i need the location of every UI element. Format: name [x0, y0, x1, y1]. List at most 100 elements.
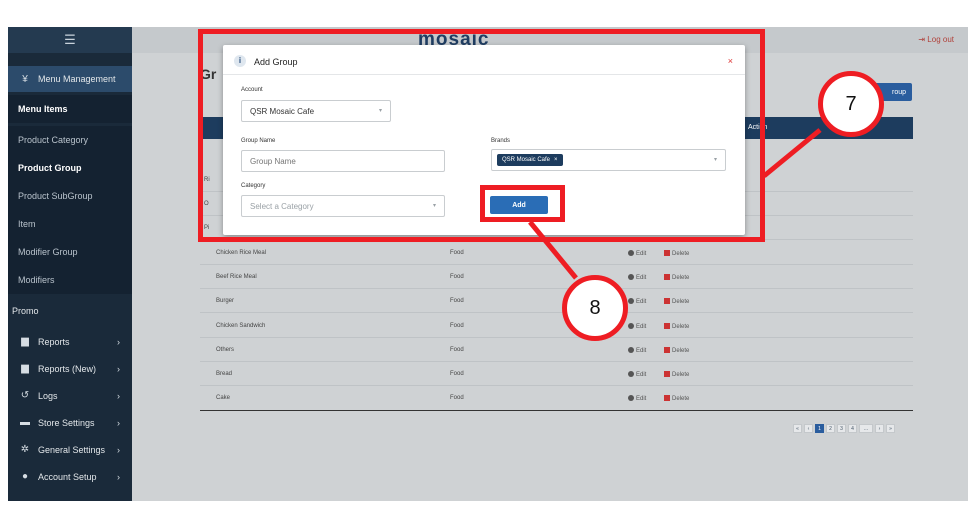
sidebar-item-promo[interactable]: Promo: [8, 297, 132, 325]
row-category: Food: [450, 323, 464, 329]
sidebar-item-label: Modifiers: [18, 275, 55, 285]
edit-label: Edit: [636, 372, 647, 378]
sidebar-toggle[interactable]: ☰: [8, 27, 132, 53]
history-icon: ↺: [20, 390, 30, 401]
page-2[interactable]: 2: [826, 424, 835, 433]
page-1[interactable]: 1: [815, 424, 824, 433]
gear-icon: [628, 347, 634, 353]
highlight-box-add-button: [480, 185, 565, 222]
row-name: Cake: [216, 395, 231, 401]
edit-button[interactable]: Edit: [628, 298, 646, 305]
delete-button[interactable]: Delete: [664, 274, 689, 281]
edit-label: Edit: [636, 324, 647, 330]
row-category: Food: [450, 274, 464, 280]
gear-icon: [628, 274, 634, 280]
sidebar-item-account-setup[interactable]: ● Account Setup ›: [8, 463, 132, 490]
sidebar: ☰ ¥ Menu Management Menu Items Product C…: [8, 27, 132, 501]
sidebar-item-label: Promo: [12, 306, 39, 316]
delete-button[interactable]: Delete: [664, 250, 689, 257]
sidebar-item-general-settings[interactable]: ✲ General Settings ›: [8, 436, 132, 463]
row-name: Chicken Rice Meal: [216, 250, 267, 256]
page-prev[interactable]: ‹: [804, 424, 813, 433]
sidebar-item-label: Menu Items: [18, 104, 68, 114]
edit-button[interactable]: Edit: [628, 323, 646, 330]
edit-button[interactable]: Edit: [628, 274, 646, 281]
sidebar-item-menu-items[interactable]: Menu Items: [8, 95, 132, 123]
table-row: Chicken Sandwich Food Edit Delete: [200, 314, 913, 338]
fork-knife-icon: ¥: [22, 73, 28, 85]
row-category: Food: [450, 250, 464, 256]
delete-icon: [664, 274, 670, 280]
sidebar-item-product-group[interactable]: Product Group: [8, 154, 132, 182]
gear-icon: ✲: [20, 444, 30, 455]
chevron-right-icon: ›: [117, 390, 120, 401]
delete-button[interactable]: Delete: [664, 298, 689, 305]
edit-button[interactable]: Edit: [628, 250, 646, 257]
delete-label: Delete: [672, 372, 690, 378]
document-icon: ▆: [21, 363, 29, 374]
sidebar-item-reports[interactable]: ▆ Reports ›: [8, 328, 132, 355]
sidebar-item-item[interactable]: Item: [8, 210, 132, 238]
page-last[interactable]: »: [886, 424, 895, 433]
row-category: Food: [450, 395, 464, 401]
gear-icon: [628, 298, 634, 304]
logout-icon: ⇥: [918, 35, 928, 44]
sidebar-item-label: Store Settings: [38, 417, 95, 428]
hamburger-icon: ☰: [64, 32, 76, 47]
sidebar-item-label: Product SubGroup: [18, 191, 93, 201]
row-name: Bread: [216, 371, 233, 377]
pagination: « ‹ 1 2 3 4 ... › »: [793, 424, 895, 433]
gear-icon: [628, 371, 634, 377]
sidebar-item-store-settings[interactable]: ▬ Store Settings ›: [8, 409, 132, 436]
delete-button[interactable]: Delete: [664, 371, 689, 378]
sidebar-item-reports-new[interactable]: ▆ Reports (New) ›: [8, 355, 132, 382]
user-icon: ●: [21, 471, 29, 482]
delete-label: Delete: [672, 324, 690, 330]
sidebar-item-label: Reports (New): [38, 363, 97, 374]
table-row: Bread Food Edit Delete: [200, 362, 913, 386]
delete-button[interactable]: Delete: [664, 323, 689, 330]
edit-label: Edit: [636, 275, 647, 281]
gear-icon: [628, 395, 634, 401]
sidebar-item-modifier-group[interactable]: Modifier Group: [8, 238, 132, 266]
delete-label: Delete: [672, 299, 690, 305]
row-category: Food: [450, 298, 464, 304]
sidebar-item-menu-management[interactable]: ¥ Menu Management: [8, 66, 132, 92]
table-row: Cake Food Edit Delete: [200, 386, 913, 410]
row-name: Beef Rice Meal: [216, 274, 257, 280]
sidebar-item-product-category[interactable]: Product Category: [8, 126, 132, 154]
delete-button[interactable]: Delete: [664, 347, 689, 354]
table-row: Chicken Rice Meal Food Edit Delete: [200, 241, 913, 265]
sidebar-item-label: Modifier Group: [18, 247, 78, 257]
page-ellipsis: ...: [859, 424, 873, 433]
chevron-right-icon: ›: [117, 471, 120, 482]
row-name: Others: [216, 347, 235, 353]
sidebar-item-label: General Settings: [38, 444, 106, 455]
sidebar-item-logs[interactable]: ↺ Logs ›: [8, 382, 132, 409]
delete-icon: [664, 323, 670, 329]
delete-label: Delete: [672, 251, 690, 257]
sidebar-item-product-subgroup[interactable]: Product SubGroup: [8, 182, 132, 210]
delete-icon: [664, 371, 670, 377]
edit-label: Edit: [636, 251, 647, 257]
chevron-right-icon: ›: [117, 417, 120, 428]
delete-label: Delete: [672, 275, 690, 281]
edit-button[interactable]: Edit: [628, 347, 646, 354]
chevron-right-icon: ›: [117, 363, 120, 374]
callout-7: 7: [818, 71, 884, 137]
table-row: Beef Rice Meal Food Edit Delete: [200, 265, 913, 289]
page-first[interactable]: «: [793, 424, 802, 433]
sidebar-item-label: Reports: [38, 336, 70, 347]
chevron-right-icon: ›: [117, 444, 120, 455]
sidebar-item-modifiers[interactable]: Modifiers: [8, 266, 132, 294]
table-bottom-border: [200, 410, 913, 411]
page-3[interactable]: 3: [837, 424, 846, 433]
page-4[interactable]: 4: [848, 424, 857, 433]
edit-button[interactable]: Edit: [628, 395, 646, 402]
delete-icon: [664, 347, 670, 353]
row-category: Food: [450, 371, 464, 377]
page-next[interactable]: ›: [875, 424, 884, 433]
delete-button[interactable]: Delete: [664, 395, 689, 402]
edit-button[interactable]: Edit: [628, 371, 646, 378]
logout-link[interactable]: ⇥ Log out: [918, 35, 954, 44]
